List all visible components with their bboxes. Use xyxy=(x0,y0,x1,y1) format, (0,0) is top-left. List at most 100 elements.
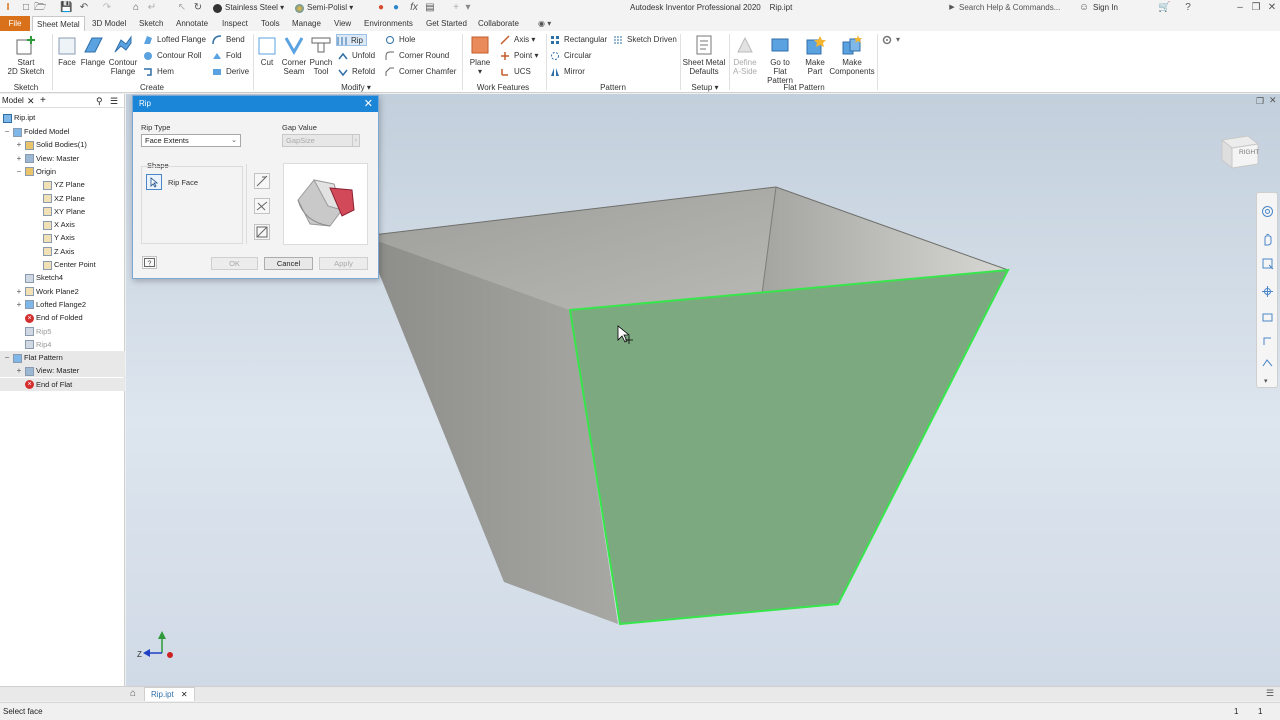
sheet-metal-defaults-button[interactable]: Sheet Metal Defaults xyxy=(682,34,726,76)
tree-root[interactable]: Rip.ipt xyxy=(3,111,35,124)
save-icon[interactable]: 💾 xyxy=(60,2,72,14)
point-to-point-button[interactable] xyxy=(254,198,270,214)
inventor-logo-icon[interactable]: I xyxy=(2,2,14,14)
apply-button[interactable]: Apply xyxy=(319,257,368,270)
rip-face-selector[interactable] xyxy=(146,174,162,190)
restore-icon[interactable]: ❐ xyxy=(1250,2,1262,14)
contour-flange-button[interactable]: Contour Flange xyxy=(106,34,140,76)
return-icon[interactable]: ↵ xyxy=(146,2,158,14)
flange-button[interactable]: Flange xyxy=(80,34,106,67)
dialog-title-bar[interactable]: Rip ✕ xyxy=(133,96,378,112)
tab-manage[interactable]: Manage xyxy=(288,16,325,31)
tab-collaborate[interactable]: Collaborate xyxy=(474,16,523,31)
refold-button[interactable]: Refold xyxy=(338,66,375,78)
search-help-input[interactable]: Search Help & Commands... xyxy=(959,3,1060,12)
close-window-icon[interactable]: ✕ xyxy=(1266,2,1278,14)
tab-inspect[interactable]: Inspect xyxy=(218,16,252,31)
home-icon[interactable]: ⌂ xyxy=(130,2,142,14)
fx-icon[interactable]: fx xyxy=(408,2,420,14)
expand-icon[interactable]: + xyxy=(15,138,23,151)
rip-button[interactable]: Rip xyxy=(336,34,368,46)
bend-button[interactable]: Bend xyxy=(212,34,245,46)
zoom-icon[interactable] xyxy=(1261,257,1274,270)
go-to-flat-pattern-button[interactable]: Go to Flat Pattern xyxy=(760,34,800,85)
hole-button[interactable]: Hole xyxy=(385,34,415,46)
update-icon[interactable]: ↻ xyxy=(192,2,204,14)
pan-icon[interactable] xyxy=(1261,233,1274,246)
material-dropdown[interactable]: Stainless Steel ▾ xyxy=(210,2,285,14)
tab-view[interactable]: View xyxy=(330,16,355,31)
tab-3d-model[interactable]: 3D Model xyxy=(88,16,130,31)
doc-tab-rip[interactable]: Rip.ipt ✕ xyxy=(144,687,195,701)
measure-icon[interactable]: ▤ xyxy=(424,2,436,14)
make-part-button[interactable]: Make Part xyxy=(802,34,828,76)
make-components-button[interactable]: Make Components xyxy=(828,34,876,76)
contour-roll-button[interactable]: Contour Roll xyxy=(143,50,201,62)
cart-icon[interactable]: 🛒 xyxy=(1158,2,1170,14)
axis-button[interactable]: Axis ▾ xyxy=(500,34,535,46)
corner-round-button[interactable]: Corner Round xyxy=(385,50,449,62)
derive-button[interactable]: Derive xyxy=(212,66,249,78)
collapse-icon[interactable]: − xyxy=(3,351,11,364)
plane-dropdown-icon[interactable]: ▾ xyxy=(466,67,494,76)
chevron-right-icon[interactable]: › xyxy=(351,135,357,146)
free-orbit-icon[interactable] xyxy=(1261,357,1274,370)
help-button[interactable]: ? xyxy=(142,256,157,269)
rectangular-pattern-button[interactable]: Rectangular xyxy=(550,34,607,46)
select-icon[interactable]: ↖ xyxy=(176,2,188,14)
panel-setup-label[interactable]: Setup ▾ xyxy=(688,83,722,92)
expand-icon[interactable]: + xyxy=(15,285,23,298)
maximize-view-icon[interactable]: ❐ xyxy=(1256,96,1264,107)
appearance-dropdown[interactable]: Semi-Polisl ▾ xyxy=(292,2,354,14)
face-button[interactable]: Face xyxy=(54,34,80,67)
home-tab-icon[interactable]: ⌂ xyxy=(130,688,136,699)
tab-environments[interactable]: Environments xyxy=(360,16,417,31)
tree-item-view-master[interactable]: + View: Master xyxy=(0,364,125,378)
gap-value-input[interactable]: GapSize › xyxy=(282,134,360,147)
appearance-browser-icon[interactable]: ● xyxy=(375,2,387,14)
cut-button[interactable]: Cut xyxy=(256,34,278,67)
tree-item-flat-pattern[interactable]: − Flat Pattern xyxy=(0,351,125,365)
collapse-icon[interactable]: − xyxy=(3,125,11,138)
single-point-button[interactable] xyxy=(254,173,270,189)
new-file-icon[interactable]: □ xyxy=(20,2,32,14)
circular-pattern-button[interactable]: Circular xyxy=(550,50,592,62)
rip-type-select[interactable]: Face Extents ⌄ xyxy=(141,134,241,147)
tab-sketch[interactable]: Sketch xyxy=(135,16,167,31)
minimize-icon[interactable]: – xyxy=(1234,2,1246,14)
adjust-icon[interactable]: ● xyxy=(390,2,402,14)
tab-annotate[interactable]: Annotate xyxy=(172,16,212,31)
hem-button[interactable]: Hem xyxy=(143,66,174,78)
selected-front-face[interactable] xyxy=(568,268,1010,626)
close-tab-icon[interactable]: ✕ xyxy=(181,690,188,699)
face-extents-button[interactable] xyxy=(254,224,270,240)
corner-chamfer-button[interactable]: Corner Chamfer xyxy=(385,66,456,78)
user-icon[interactable]: ☺ xyxy=(1078,2,1090,14)
point-button[interactable]: Point ▾ xyxy=(500,50,538,62)
lofted-flange-button[interactable]: Lofted Flange xyxy=(143,34,206,46)
close-view-icon[interactable]: ✕ xyxy=(1269,95,1277,106)
tab-get-started[interactable]: Get Started xyxy=(422,16,471,31)
orbit-icon[interactable] xyxy=(1261,285,1274,298)
dialog-close-icon[interactable]: ✕ xyxy=(364,96,373,112)
fold-button[interactable]: Fold xyxy=(212,50,242,62)
menu-icon[interactable]: ☰ xyxy=(110,94,118,108)
unfold-button[interactable]: Unfold xyxy=(338,50,375,62)
tree-item-end-of-flat[interactable]: × End of Flat xyxy=(0,377,125,391)
tab-tools[interactable]: Tools xyxy=(257,16,284,31)
viewcube[interactable]: RIGHT xyxy=(1218,132,1262,172)
ribbon-options-icon[interactable]: ◉ ▾ xyxy=(534,16,555,31)
expand-icon[interactable]: + xyxy=(15,152,23,165)
start-2d-sketch-button[interactable]: Start 2D Sketch xyxy=(4,34,48,76)
look-at-icon[interactable] xyxy=(1261,311,1274,324)
customize-quick-access-icon[interactable]: ▾ xyxy=(462,2,474,14)
undo-icon[interactable]: ↶ xyxy=(78,2,90,14)
define-a-side-button[interactable]: Define A-Side xyxy=(731,34,759,76)
cancel-button[interactable]: Cancel xyxy=(264,257,313,270)
mirror-button[interactable]: Mirror xyxy=(550,66,585,78)
sign-in-link[interactable]: Sign In xyxy=(1093,3,1118,12)
punch-tool-button[interactable]: Punch Tool xyxy=(308,34,334,76)
add-browser-tab-icon[interactable]: + xyxy=(40,94,46,108)
expand-icon[interactable]: + xyxy=(15,364,23,377)
tab-file[interactable]: File xyxy=(0,16,30,31)
